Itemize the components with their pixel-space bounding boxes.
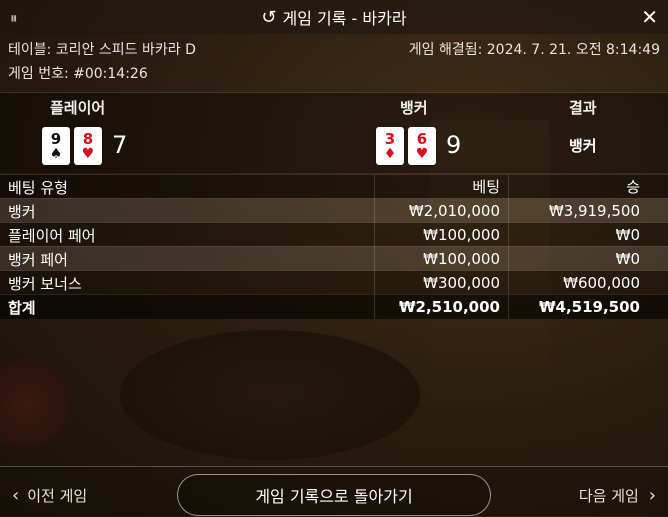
bet-amount-header: 베팅 xyxy=(374,175,508,199)
banker-card-2: 6 ♥ xyxy=(408,127,436,165)
total-win: ₩4,519,500 xyxy=(508,295,660,319)
total-row: 합계 ₩2,510,000 ₩4,519,500 xyxy=(0,294,668,319)
player-card-2: 8 ♥ xyxy=(74,127,102,165)
player-score: 7 xyxy=(112,131,128,159)
win-amount: ₩0 xyxy=(508,247,660,271)
bet-amount: ₩2,010,000 xyxy=(374,199,508,223)
result-header: 결과 xyxy=(569,99,597,117)
win-header: 승 xyxy=(508,175,660,199)
bet-type: 플레이어 페어 xyxy=(8,226,96,245)
game-number: 게임 번호: #00:14:26 xyxy=(8,66,148,82)
card-rank: 3 xyxy=(384,129,396,148)
chevron-right-icon: › xyxy=(648,485,656,506)
total-label: 합계 xyxy=(8,298,36,317)
previous-game-label: 이전 게임 xyxy=(27,487,88,505)
spade-icon: ♠ xyxy=(49,145,63,162)
player-card-1: 9 ♠ xyxy=(42,127,70,165)
chevron-left-icon: ‹ xyxy=(12,485,20,506)
bet-amount: ₩100,000 xyxy=(374,223,508,247)
resolved-time: 게임 해결됨: 2024. 7. 21. 오전 8:14:49 xyxy=(408,42,660,58)
previous-game-button[interactable]: ‹ 이전 게임 xyxy=(12,485,87,506)
card-rank: 9 xyxy=(50,129,62,148)
title-bar: ⏸ ↺ 게임 기록 - 바카라 ✕ xyxy=(0,0,668,34)
win-amount: ₩0 xyxy=(508,223,660,247)
history-icon: ↺ xyxy=(261,6,277,28)
card-rank: 6 xyxy=(416,129,428,148)
table-row: 뱅커 ₩2,010,000 ₩3,919,500 xyxy=(0,198,668,223)
drag-handle-icon[interactable]: ⏸ xyxy=(10,9,17,27)
table-name: 테이블: 코리안 스피드 바카라 D xyxy=(8,42,196,58)
page-title: ↺ 게임 기록 - 바카라 xyxy=(261,5,406,29)
footer-nav: ‹ 이전 게임 게임 기록으로 돌아가기 다음 게임 › xyxy=(0,466,668,517)
next-game-button[interactable]: 다음 게임 › xyxy=(579,485,656,506)
player-header: 플레이어 xyxy=(50,99,106,117)
win-amount: ₩3,919,500 xyxy=(508,199,660,223)
heart-icon: ♥ xyxy=(81,145,95,162)
round-result: 뱅커 xyxy=(569,137,597,155)
heart-icon: ♥ xyxy=(415,145,429,162)
title-text: 게임 기록 - 바카라 xyxy=(282,9,407,28)
total-bet: ₩2,510,000 xyxy=(374,295,508,319)
table-row: 뱅커 보너스 ₩300,000 ₩600,000 xyxy=(0,270,668,295)
banker-card-1: 3 ♦ xyxy=(376,127,404,165)
bet-type-header: 베팅 유형 xyxy=(8,178,68,197)
banker-score: 9 xyxy=(446,131,462,159)
win-amount: ₩600,000 xyxy=(508,271,660,295)
banker-header: 뱅커 xyxy=(400,99,428,117)
table-row: 플레이어 페어 ₩100,000 ₩0 xyxy=(0,222,668,247)
bet-type: 뱅커 xyxy=(8,202,36,221)
bet-type: 뱅커 보너스 xyxy=(8,274,82,293)
diamond-icon: ♦ xyxy=(383,145,397,162)
back-label: 게임 기록으로 돌아가기 xyxy=(255,487,413,506)
bets-header-row: 베팅 유형 베팅 승 xyxy=(0,174,668,199)
card-rank: 8 xyxy=(82,129,94,148)
back-to-history-button[interactable]: 게임 기록으로 돌아가기 xyxy=(177,474,491,516)
bet-type: 뱅커 페어 xyxy=(8,250,68,269)
bet-amount: ₩300,000 xyxy=(374,271,508,295)
bet-amount: ₩100,000 xyxy=(374,247,508,271)
round-summary: 플레이어 뱅커 결과 9 ♠ 8 ♥ 7 3 ♦ 6 ♥ 9 뱅커 xyxy=(0,92,668,173)
close-icon[interactable]: ✕ xyxy=(641,5,658,29)
table-row: 뱅커 페어 ₩100,000 ₩0 xyxy=(0,246,668,271)
next-game-label: 다음 게임 xyxy=(578,487,639,505)
